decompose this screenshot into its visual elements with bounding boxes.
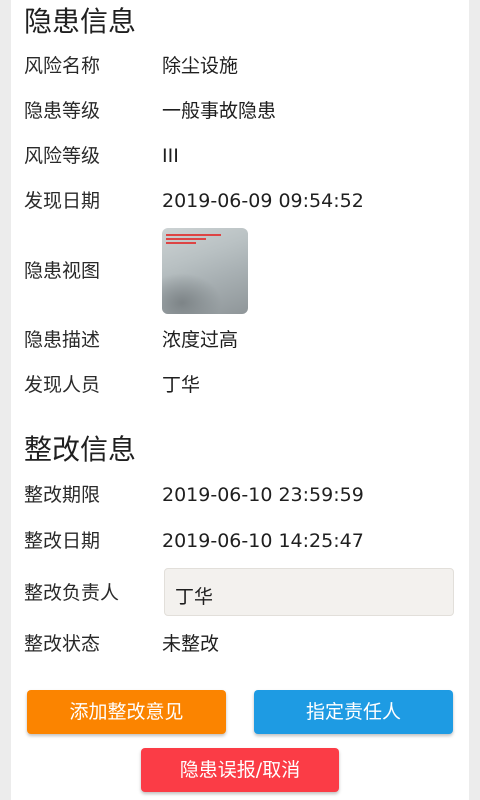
risk-level-value: III: [162, 145, 179, 167]
hazard-level-label: 隐患等级: [24, 100, 101, 122]
rectify-deadline-value: 2019-06-10 23:59:59: [162, 484, 364, 506]
finder-label: 发现人员: [24, 374, 101, 396]
hazard-description-label: 隐患描述: [24, 329, 101, 351]
risk-name-label: 风险名称: [24, 55, 101, 77]
rectify-status-value: 未整改: [162, 633, 220, 655]
add-rectify-opinion-button[interactable]: 添加整改意见: [27, 690, 226, 734]
risk-name-value: 除尘设施: [162, 55, 239, 77]
rectify-date-label: 整改日期: [24, 530, 101, 552]
detail-card: 隐患信息 风险名称 除尘设施 隐患等级 一般事故隐患 风险等级 III 发现日期…: [11, 0, 469, 800]
photo-shadow: [162, 273, 222, 314]
photo-overlay-text: [166, 238, 206, 240]
rectify-info-title: 整改信息: [24, 433, 137, 466]
rectify-deadline-label: 整改期限: [24, 484, 101, 506]
found-date-value: 2019-06-09 09:54:52: [162, 190, 364, 212]
hazard-info-title: 隐患信息: [24, 5, 137, 38]
hazard-description-value: 浓度过高: [162, 329, 239, 351]
finder-value: 丁华: [162, 374, 201, 396]
rectify-owner-field[interactable]: 丁华: [164, 568, 454, 616]
assign-owner-button[interactable]: 指定责任人: [254, 690, 453, 734]
photo-overlay-text: [166, 242, 196, 244]
rectify-status-label: 整改状态: [24, 633, 101, 655]
hazard-level-value: 一般事故隐患: [162, 100, 277, 122]
rectify-owner-label: 整改负责人: [24, 582, 120, 604]
risk-level-label: 风险等级: [24, 145, 101, 167]
rectify-date-value: 2019-06-10 14:25:47: [162, 530, 364, 552]
false-report-cancel-button[interactable]: 隐患误报/取消: [141, 748, 339, 792]
photo-overlay-text: [166, 234, 221, 236]
hazard-view-label: 隐患视图: [24, 260, 101, 282]
hazard-photo-thumbnail[interactable]: [162, 228, 248, 314]
found-date-label: 发现日期: [24, 190, 101, 212]
